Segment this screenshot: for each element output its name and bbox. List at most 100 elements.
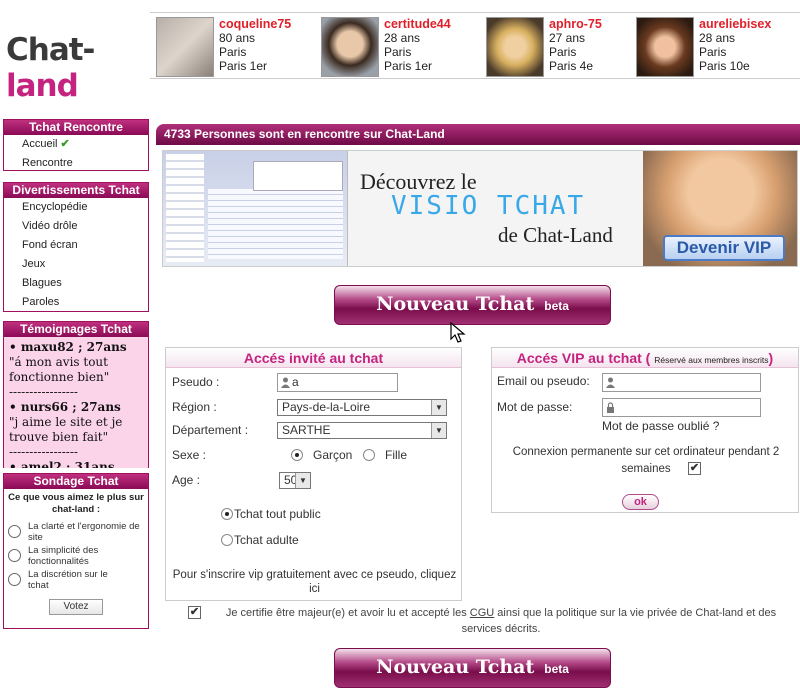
sidebar-item-label: Accueil xyxy=(22,138,58,150)
sidebar-item-accueil[interactable]: Accueil ✔ xyxy=(4,135,148,154)
profile-photo[interactable] xyxy=(486,17,544,77)
poll-option-label: La clarté et l'ergonomie de site xyxy=(28,521,140,543)
profile-photo[interactable] xyxy=(321,17,379,77)
banner-line3: de Chat-Land xyxy=(498,223,613,247)
certify-text: Je certifie être majeur(e) et avoir lu e… xyxy=(206,605,796,637)
profile-nick[interactable]: coqueline75 xyxy=(219,17,291,31)
mouse-cursor-icon xyxy=(450,322,466,343)
banner-line2: VISIO TCHAT xyxy=(391,191,586,221)
vip-title-end: ) xyxy=(768,350,774,366)
certify-checkbox[interactable]: ✔ xyxy=(188,606,201,619)
logo-part1: Chat- xyxy=(6,32,95,68)
online-count-bar: 4733 Personnes sont en rencontre sur Cha… xyxy=(156,124,800,145)
profile-district: Paris 4e xyxy=(549,59,594,73)
tchat-adulte-label: Tchat adulte xyxy=(234,533,299,547)
sidebar-divertissements-title: Divertissements Tchat xyxy=(4,183,148,198)
guest-access-panel: Accés invité au tchat Pseudo : a Région … xyxy=(165,347,462,601)
tchat-public-radio[interactable] xyxy=(221,508,233,520)
sidebar-sondage-title: Sondage Tchat xyxy=(4,474,148,489)
vip-title-note: Réservé aux membres inscrits xyxy=(654,355,769,365)
profile-district: Paris 10e xyxy=(699,59,750,73)
poll-option-radio[interactable] xyxy=(8,573,21,586)
testimonials-list: • maxu82 ; 27ans "á mon avis tout foncti… xyxy=(4,337,148,468)
user-icon xyxy=(606,377,615,388)
department-select[interactable]: SARTHE ▼ xyxy=(277,422,447,439)
testimonial-quote: "j aime le site et je trouve bien fait" xyxy=(9,415,123,444)
age-select[interactable]: 50 ▼ xyxy=(279,472,311,489)
become-vip-button[interactable]: Devenir VIP xyxy=(663,235,785,261)
beta-label: beta xyxy=(544,299,569,313)
chevron-down-icon: ▼ xyxy=(431,400,446,415)
region-select[interactable]: Pays-de-la-Loire ▼ xyxy=(277,399,447,416)
sidebar-sondage: Sondage Tchat Ce que vous aimez le plus … xyxy=(3,473,149,629)
testimonial-author: • amel2 ; 31ans xyxy=(9,460,115,468)
sexe-fille-radio[interactable] xyxy=(363,449,375,461)
tchat-adulte-radio[interactable] xyxy=(221,534,233,546)
profiles-strip: coqueline75 80 ans Paris Paris 1er certitud… xyxy=(150,12,800,79)
poll-option-radio[interactable] xyxy=(8,549,21,562)
profile-district: Paris 1er xyxy=(384,59,433,73)
profile-photo[interactable] xyxy=(156,17,214,77)
cgu-link[interactable]: CGU xyxy=(470,607,494,619)
sidebar-item-blagues[interactable]: Blagues xyxy=(4,274,148,293)
pseudo-label: Pseudo : xyxy=(172,375,220,389)
sidebar-rencontre-title: Tchat Rencontre xyxy=(4,120,148,135)
password-label: Mot de passe: xyxy=(497,400,573,414)
sidebar-rencontre: Tchat Rencontre Accueil ✔ Rencontre xyxy=(3,119,149,171)
email-label: Email ou pseudo: xyxy=(497,374,590,388)
sidebar-item-paroles[interactable]: Paroles xyxy=(4,293,148,312)
testimonial-separator: ----------------- xyxy=(9,445,78,459)
sidebar-item-rencontre[interactable]: Rencontre xyxy=(4,154,148,173)
sidebar-temoignages: Témoignages Tchat • maxu82 ; 27ans "á mo… xyxy=(3,321,149,468)
lock-icon xyxy=(607,402,614,413)
certify-text-after: ainsi que la politique sur la vie privée… xyxy=(461,607,777,635)
vip-title-text: Accés VIP au tchat ( xyxy=(516,350,651,366)
profile-city: Paris xyxy=(549,45,577,59)
testimonial-author: • nurs66 ; 27ans xyxy=(9,400,121,414)
profile-nick[interactable]: aureliebisex xyxy=(699,17,771,31)
guest-access-title: Accés invité au tchat xyxy=(166,348,461,368)
new-chat-button[interactable]: Nouveau Tchat beta xyxy=(334,285,611,325)
profile-city: Paris xyxy=(219,45,247,59)
vip-signup-link[interactable]: Pour s'inscrire vip gratuitement avec ce… xyxy=(170,568,459,596)
forgot-password-link[interactable]: Mot de passe oublié ? xyxy=(602,419,719,433)
sexe-label: Sexe : xyxy=(172,448,207,462)
email-input[interactable] xyxy=(602,373,761,392)
password-input[interactable] xyxy=(602,398,761,417)
poll-option-label: La simplicité des fonctionnalités xyxy=(28,545,99,567)
sidebar-item-jeux[interactable]: Jeux xyxy=(4,255,148,274)
profile-nick[interactable]: certitude44 xyxy=(384,17,451,31)
vote-button[interactable]: Votez xyxy=(49,599,103,615)
chevron-down-icon: ▼ xyxy=(295,473,310,488)
new-chat-button-bottom[interactable]: Nouveau Tchat beta xyxy=(334,648,611,688)
profile-photo[interactable] xyxy=(636,17,694,77)
vip-access-panel: Accés VIP au tchat ( Réservé aux membres… xyxy=(491,347,799,513)
region-value: Pays-de-la-Loire xyxy=(282,400,371,414)
profile-city: Paris xyxy=(699,45,727,59)
beta-label: beta xyxy=(544,662,569,676)
pseudo-input[interactable]: a xyxy=(277,373,398,392)
sexe-garcon-radio[interactable] xyxy=(291,449,303,461)
tchat-public-label: Tchat tout public xyxy=(234,507,321,521)
vip-access-title: Accés VIP au tchat ( Réservé aux membres… xyxy=(492,348,798,368)
profile-age: 80 ans xyxy=(219,31,256,45)
testimonial-author: • maxu82 ; 27ans xyxy=(9,340,127,354)
new-chat-label: Nouveau Tchat xyxy=(376,656,535,678)
user-icon xyxy=(281,377,290,388)
poll-option-radio[interactable] xyxy=(8,525,21,538)
sidebar-divertissements: Divertissements Tchat Encyclopédie Vidéo… xyxy=(3,182,149,312)
sidebar-item-video[interactable]: Vidéo drôle xyxy=(4,217,148,236)
sidebar-item-encyclopedie[interactable]: Encyclopédie xyxy=(4,198,148,217)
testimonial-quote: "á mon avis tout fonctionne bien" xyxy=(9,355,110,384)
profile-city: Paris xyxy=(384,45,412,59)
remember-me-checkbox[interactable]: ✔ xyxy=(688,462,701,475)
logo[interactable]: Chat-land xyxy=(6,32,146,104)
logo-part2: land xyxy=(6,68,79,104)
sidebar-item-fond-ecran[interactable]: Fond écran xyxy=(4,236,148,255)
visio-banner[interactable]: Découvrez le VISIO TCHAT de Chat-Land De… xyxy=(162,150,798,267)
poll-option-label: La discrétion sur le tchat xyxy=(28,569,108,591)
new-chat-label: Nouveau Tchat xyxy=(376,293,535,315)
profile-nick[interactable]: aphro-75 xyxy=(549,17,602,31)
sexe-garcon-label: Garçon xyxy=(313,448,353,462)
ok-button[interactable]: ok xyxy=(622,494,659,510)
